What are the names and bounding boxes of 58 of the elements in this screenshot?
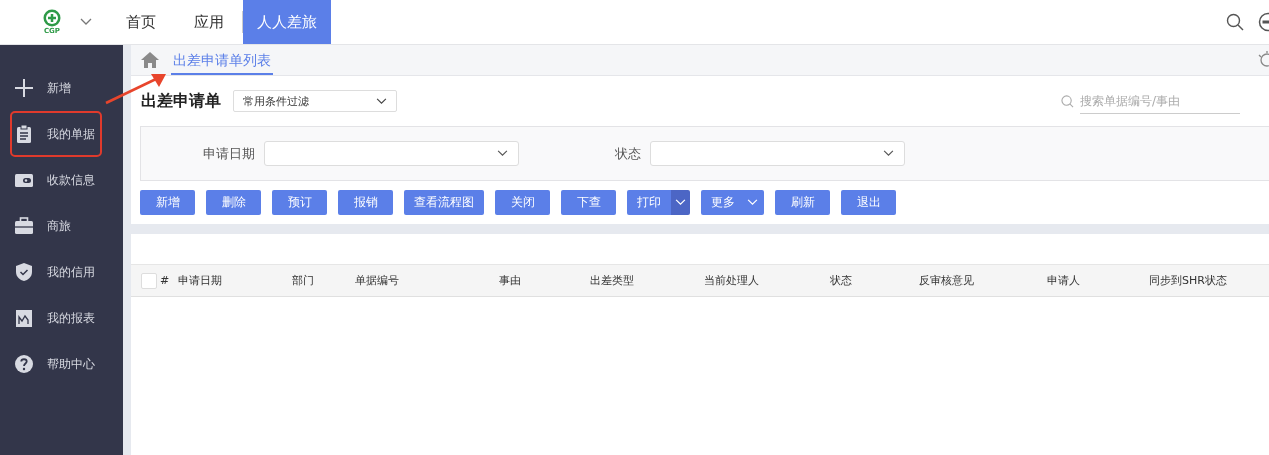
column-header: 申请人 xyxy=(1047,273,1081,288)
sidebar-item[interactable]: 我的单据 xyxy=(10,111,102,157)
column-header: 状态 xyxy=(830,273,853,288)
toolbar-button[interactable]: 刷新 xyxy=(775,190,830,215)
toolbar-button[interactable]: 下查 xyxy=(561,190,616,215)
sidebar-item[interactable]: 我的报表 xyxy=(0,295,114,341)
toolbar-button[interactable]: 报销 xyxy=(338,190,393,215)
filter-label: 状态 xyxy=(615,144,641,163)
lightbulb-icon[interactable] xyxy=(1257,51,1269,69)
column-header: 出差类型 xyxy=(590,273,635,288)
search-field[interactable]: 搜索单据编号/事由 xyxy=(1080,88,1240,114)
column-header: 同步到SHR状态 xyxy=(1149,273,1228,288)
clipboard-icon xyxy=(14,124,34,144)
caret-icon xyxy=(747,199,758,206)
dropdown-field[interactable] xyxy=(650,141,905,166)
toolbar-button[interactable]: 查看流程图 xyxy=(404,190,484,215)
sidebar-item[interactable]: 商旅 xyxy=(0,203,114,249)
column-header: 反审核意见 xyxy=(919,273,975,288)
nav-tab[interactable]: 应用 xyxy=(180,0,238,44)
nav-tab[interactable]: 人人差旅 xyxy=(243,0,331,44)
toolbar-button[interactable]: 打印 xyxy=(627,190,671,215)
home-icon[interactable] xyxy=(141,52,159,68)
search-icon xyxy=(1061,94,1074,108)
breadcrumb-tab[interactable]: 出差申请单列表 xyxy=(171,45,273,75)
sidebar-item[interactable]: 帮助中心 xyxy=(0,341,114,387)
column-header: 事由 xyxy=(499,273,522,288)
caret-icon xyxy=(675,199,686,206)
nav-tab[interactable]: 首页 xyxy=(112,0,170,44)
column-header: 部门 xyxy=(292,273,315,288)
chevron-down-icon xyxy=(497,150,508,157)
filter-select[interactable]: 常用条件过滤 xyxy=(233,90,397,112)
column-header: 当前处理人 xyxy=(704,273,760,288)
toolbar-button[interactable]: 新增 xyxy=(140,190,195,215)
sidebar-item[interactable]: 我的信用 xyxy=(0,249,114,295)
toolbar-button[interactable]: 预订 xyxy=(272,190,327,215)
chevron-down-icon xyxy=(376,97,387,105)
dropdown-field[interactable] xyxy=(264,141,519,166)
briefcase-icon xyxy=(14,216,34,236)
chevron-down-icon[interactable] xyxy=(80,18,92,26)
page-title: 出差申请单 xyxy=(141,90,221,112)
chart-icon xyxy=(14,308,34,328)
column-header: 单据编号 xyxy=(355,273,400,288)
toolbar-button[interactable]: 退出 xyxy=(841,190,896,215)
help-icon xyxy=(14,354,34,374)
shield-check-icon xyxy=(14,262,34,282)
column-header: # xyxy=(160,274,171,287)
toolbar-button[interactable]: 删除 xyxy=(206,190,261,215)
sidebar-item[interactable]: 收款信息 xyxy=(0,157,114,203)
chevron-down-icon xyxy=(883,150,894,157)
checkbox[interactable] xyxy=(140,272,157,289)
filter-label: 申请日期 xyxy=(203,144,255,163)
plus-icon xyxy=(14,78,34,98)
search-icon[interactable] xyxy=(1226,13,1244,31)
dropdown-button[interactable]: 更多 xyxy=(701,190,764,215)
column-header: 申请日期 xyxy=(178,273,223,288)
sidebar-item[interactable]: 新增 xyxy=(0,65,114,111)
toolbar-button[interactable]: 关闭 xyxy=(495,190,550,215)
dropdown-toggle[interactable] xyxy=(671,190,690,215)
